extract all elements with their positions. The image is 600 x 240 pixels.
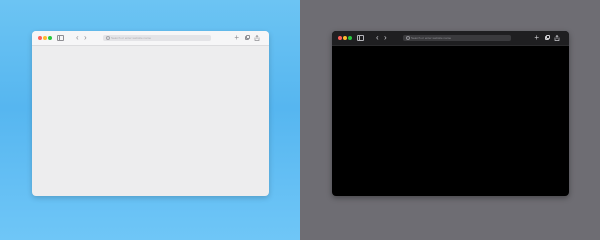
back-button[interactable]: ‹	[76, 33, 79, 42]
address-bar[interactable]: Search or enter website name	[103, 35, 211, 41]
browser-window-light: ‹ › Search or enter website name +	[32, 31, 269, 196]
minimize-button[interactable]	[343, 36, 347, 40]
minimize-button[interactable]	[43, 36, 47, 40]
back-button[interactable]: ‹	[376, 33, 379, 42]
address-placeholder: Search or enter website name	[111, 36, 152, 40]
forward-button[interactable]: ›	[84, 33, 87, 42]
sidebar-icon[interactable]	[357, 35, 364, 41]
page-content	[332, 46, 569, 196]
zoom-button[interactable]	[348, 36, 352, 40]
share-icon[interactable]	[554, 35, 560, 41]
forward-button[interactable]: ›	[384, 33, 387, 42]
new-tab-button[interactable]: +	[534, 33, 539, 42]
toolbar: ‹ › Search or enter website name +	[332, 31, 569, 46]
share-icon[interactable]	[254, 35, 260, 41]
search-icon	[106, 36, 110, 40]
search-icon	[406, 36, 410, 40]
close-button[interactable]	[38, 36, 42, 40]
page-content	[32, 46, 269, 196]
zoom-button[interactable]	[48, 36, 52, 40]
close-button[interactable]	[338, 36, 342, 40]
browser-window-dark: ‹ › Search or enter website name +	[332, 31, 569, 196]
sidebar-icon[interactable]	[57, 35, 64, 41]
address-bar[interactable]: Search or enter website name	[403, 35, 511, 41]
tabs-overview-icon[interactable]	[545, 35, 550, 40]
tabs-overview-icon[interactable]	[245, 35, 250, 40]
address-placeholder: Search or enter website name	[411, 36, 452, 40]
toolbar: ‹ › Search or enter website name +	[32, 31, 269, 46]
new-tab-button[interactable]: +	[234, 33, 239, 42]
